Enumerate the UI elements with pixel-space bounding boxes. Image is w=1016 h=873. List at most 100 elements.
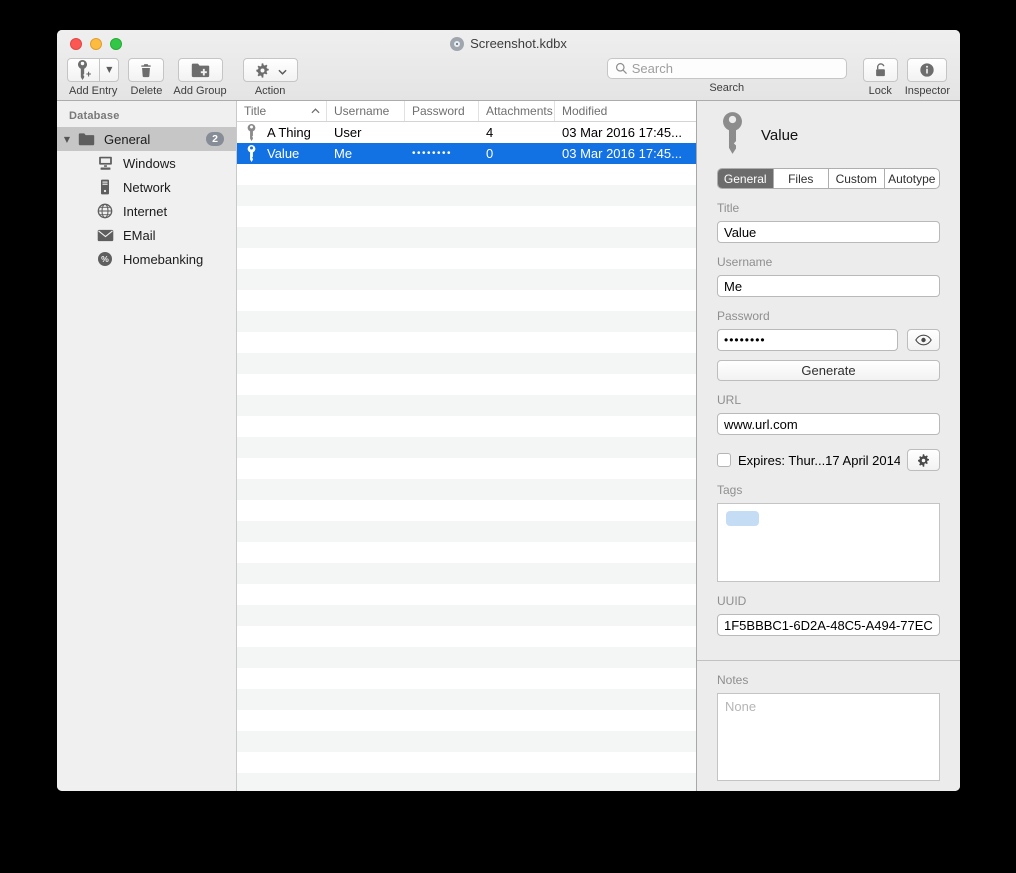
lock-label: Lock [869, 85, 892, 97]
folder-icon [77, 130, 95, 148]
table-row[interactable]: A Thing User 4 03 Mar 2016 17:45... [237, 122, 696, 143]
info-icon [919, 62, 935, 78]
sidebar-item-internet[interactable]: Internet [57, 199, 236, 223]
gear-icon [916, 453, 931, 468]
column-header-attachments[interactable]: Attachments [479, 101, 555, 121]
lock-button[interactable] [863, 58, 898, 82]
notes-label: Notes [717, 673, 940, 687]
delete-button[interactable] [128, 58, 164, 82]
section-divider [697, 660, 960, 661]
homebanking-percent-icon: % [96, 250, 114, 268]
internet-globe-icon [96, 202, 114, 220]
sidebar-item-windows[interactable]: Windows [57, 151, 236, 175]
add-entry-label: Add Entry [69, 85, 117, 97]
trash-icon [138, 62, 154, 79]
key-plus-icon: + [76, 60, 91, 80]
table-header: Title Username Password Attachments Modi… [237, 101, 696, 122]
sidebar-item-label: Windows [123, 156, 176, 171]
add-entry-button[interactable]: + [67, 58, 99, 82]
username-field[interactable] [717, 275, 940, 297]
reveal-password-button[interactable] [907, 329, 940, 351]
inspector-label: Inspector [905, 85, 950, 97]
action-button[interactable] [243, 58, 298, 82]
action-label: Action [255, 85, 286, 97]
generate-password-button[interactable]: Generate [717, 360, 940, 381]
username-label: Username [717, 255, 940, 269]
password-field[interactable] [717, 329, 898, 351]
padlock-unlocked-icon [873, 62, 888, 79]
expires-checkbox[interactable] [717, 453, 731, 467]
url-label: URL [717, 393, 940, 407]
traffic-lights [70, 38, 122, 50]
sidebar-item-network[interactable]: Network [57, 175, 236, 199]
column-header-username[interactable]: Username [327, 101, 405, 121]
sidebar-item-email[interactable]: EMail [57, 223, 236, 247]
inspector-tabs: General Files Custom Autotype [717, 168, 940, 189]
toolbar: + ▼ Add Entry Delete [57, 57, 960, 100]
key-icon [246, 124, 257, 141]
window-title: Screenshot.kdbx [470, 36, 567, 51]
tab-autotype[interactable]: Autotype [885, 169, 940, 188]
entry-key-icon [719, 112, 746, 159]
sidebar-item-label: Internet [123, 204, 167, 219]
tab-general[interactable]: General [718, 169, 774, 188]
eye-icon [915, 334, 932, 346]
sidebar: Database ▼ General 2 Windows Networ [57, 101, 237, 791]
add-group-button[interactable] [178, 58, 223, 82]
sidebar-item-label: General [104, 132, 150, 147]
title-field[interactable] [717, 221, 940, 243]
tags-box[interactable] [717, 503, 940, 582]
delete-label: Delete [131, 85, 163, 97]
sidebar-item-label: Homebanking [123, 252, 203, 267]
column-header-modified[interactable]: Modified [555, 101, 696, 121]
close-button[interactable] [70, 38, 82, 50]
uuid-field[interactable] [717, 614, 940, 636]
sidebar-header: Database [57, 108, 236, 127]
add-entry-dropdown-button[interactable]: ▼ [99, 58, 119, 82]
expires-settings-button[interactable] [907, 449, 940, 471]
gear-icon [254, 62, 271, 79]
svg-text:%: % [101, 254, 109, 264]
column-header-title[interactable]: Title [237, 101, 327, 121]
windows-icon [96, 154, 114, 172]
email-envelope-icon [96, 226, 114, 244]
window: Screenshot.kdbx + ▼ Add Entry [57, 30, 960, 791]
titlebar: Screenshot.kdbx [57, 30, 960, 57]
search-icon [615, 62, 628, 75]
tags-label: Tags [717, 483, 940, 497]
url-field[interactable] [717, 413, 940, 435]
key-icon [246, 145, 257, 162]
network-icon [96, 178, 114, 196]
entry-count-badge: 2 [206, 132, 224, 146]
sort-ascending-icon [311, 108, 320, 114]
title-label: Title [717, 201, 940, 215]
search-input[interactable] [632, 61, 839, 76]
password-label: Password [717, 309, 940, 323]
inspector-button[interactable] [907, 58, 947, 82]
chevron-down-icon [278, 63, 287, 78]
zoom-button[interactable] [110, 38, 122, 50]
uuid-label: UUID [717, 594, 940, 608]
entry-table: Title Username Password Attachments Modi… [237, 101, 696, 791]
window-chrome: Screenshot.kdbx + ▼ Add Entry [57, 30, 960, 101]
table-stripes [237, 164, 696, 791]
notes-field[interactable] [717, 693, 940, 781]
sidebar-item-label: Network [123, 180, 171, 195]
add-group-label: Add Group [173, 85, 226, 97]
sidebar-item-homebanking[interactable]: % Homebanking [57, 247, 236, 271]
search-label: Search [709, 82, 744, 94]
tag-token[interactable] [726, 511, 759, 526]
column-header-password[interactable]: Password [405, 101, 479, 121]
disclosure-triangle-icon[interactable]: ▼ [57, 135, 77, 144]
tab-files[interactable]: Files [774, 169, 830, 188]
sidebar-item-label: EMail [123, 228, 156, 243]
tab-custom[interactable]: Custom [829, 169, 885, 188]
entry-title: Value [761, 127, 798, 144]
expires-label: Expires: Thur...17 April 2014 [738, 453, 900, 468]
minimize-button[interactable] [90, 38, 102, 50]
sidebar-item-general[interactable]: ▼ General 2 [57, 127, 236, 151]
table-row-selected[interactable]: Value Me •••••••• 0 03 Mar 2016 17:45... [237, 143, 696, 164]
folder-plus-icon [191, 62, 210, 78]
search-field[interactable] [607, 58, 847, 79]
document-icon [450, 37, 464, 51]
